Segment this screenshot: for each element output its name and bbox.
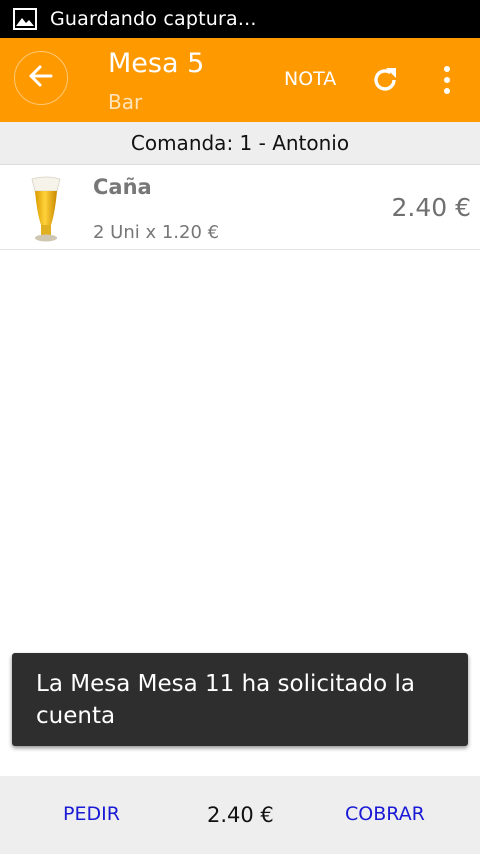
more-vertical-icon (432, 66, 462, 100)
arrow-left-icon (28, 64, 54, 92)
order-item[interactable]: Caña 2 Uni x 1.20 € 2.40 € (0, 165, 480, 250)
back-button[interactable] (14, 51, 68, 105)
nota-button[interactable]: NOTA (284, 68, 336, 90)
page-subtitle: Bar (108, 90, 143, 114)
refresh-button[interactable] (370, 65, 400, 95)
overflow-menu-button[interactable] (432, 64, 462, 96)
order-total: 2.40 € (207, 803, 274, 827)
app-screen: Guardando captura... Mesa 5 Bar NOTA Com… (0, 0, 480, 854)
item-quantity: 2 Uni x 1.20 € (93, 222, 220, 243)
status-bar: Guardando captura... (0, 0, 480, 38)
action-bar: Mesa 5 Bar NOTA (0, 38, 480, 122)
comanda-header: Comanda: 1 - Antonio (0, 122, 480, 165)
item-price: 2.40 € (391, 193, 471, 222)
status-notification-text: Guardando captura... (50, 8, 257, 30)
refresh-icon (370, 68, 400, 99)
pedir-button[interactable]: PEDIR (63, 803, 120, 825)
image-icon (12, 6, 38, 32)
item-name: Caña (93, 175, 152, 199)
beer-glass-icon (28, 173, 64, 243)
page-title: Mesa 5 (108, 48, 205, 79)
toast-message: La Mesa Mesa 11 ha solicitado la cuenta (12, 653, 468, 746)
cobrar-button[interactable]: COBRAR (345, 803, 425, 825)
bottom-bar: PEDIR 2.40 € COBRAR (0, 776, 480, 854)
